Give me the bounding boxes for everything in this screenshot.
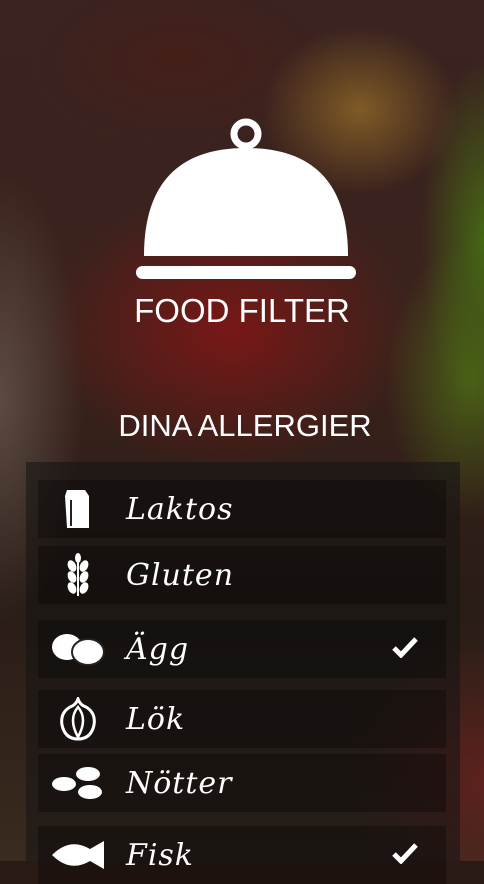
allergy-label: Laktos bbox=[126, 491, 234, 527]
allergy-item-agg[interactable]: Ägg bbox=[38, 620, 446, 678]
allergy-item-lok[interactable]: Lök bbox=[38, 690, 446, 748]
app-title: FOOD FILTER bbox=[134, 292, 350, 329]
allergy-list: Laktos Gluten Ägg Lök Nötter Fisk bbox=[26, 462, 460, 884]
section-title: DINA ALLERGIER bbox=[118, 408, 372, 443]
checkmark-icon bbox=[392, 636, 418, 662]
allergy-label: Nötter bbox=[126, 765, 233, 801]
allergy-item-notter[interactable]: Nötter bbox=[38, 754, 446, 812]
fish-icon bbox=[48, 830, 108, 880]
allergy-label: Fisk bbox=[126, 837, 194, 873]
cloche-icon bbox=[136, 118, 356, 279]
onion-icon bbox=[48, 694, 108, 744]
eggs-icon bbox=[48, 624, 108, 674]
checkmark-icon bbox=[392, 842, 418, 868]
allergy-item-fisk[interactable]: Fisk bbox=[38, 826, 446, 884]
allergy-label: Ägg bbox=[126, 631, 190, 667]
milk-carton-icon bbox=[48, 484, 108, 534]
allergy-item-gluten[interactable]: Gluten bbox=[38, 546, 446, 604]
allergy-item-laktos[interactable]: Laktos bbox=[38, 480, 446, 538]
allergy-label: Gluten bbox=[126, 557, 235, 593]
allergy-label: Lök bbox=[126, 701, 186, 737]
nuts-icon bbox=[48, 758, 108, 808]
wheat-icon bbox=[48, 550, 108, 600]
